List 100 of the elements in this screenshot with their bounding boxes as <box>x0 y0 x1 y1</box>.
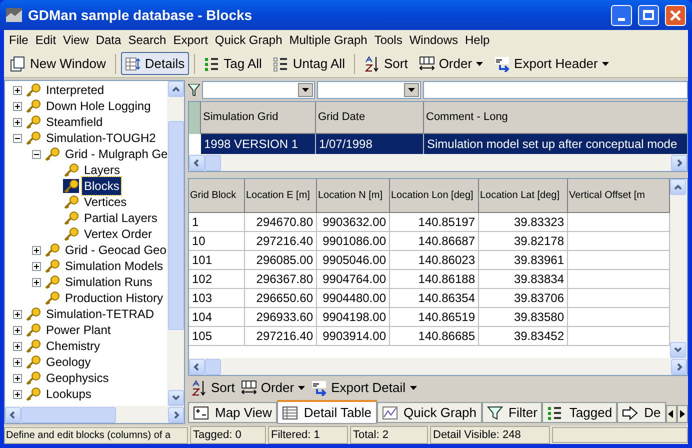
scroll-up-button[interactable] <box>168 81 184 97</box>
scroll-down-button[interactable] <box>168 390 184 406</box>
tree-item[interactable]: Geophysics <box>44 369 111 387</box>
table-cell: 140.86687 <box>390 232 479 251</box>
toolbar-button[interactable]: Order <box>414 52 488 75</box>
scroll-thumb[interactable] <box>205 358 221 374</box>
tab[interactable]: De <box>617 402 666 423</box>
tree-item[interactable]: Chemistry <box>44 337 102 355</box>
expand-toggle[interactable] <box>13 358 22 366</box>
toolbar-button[interactable]: Sort <box>191 378 235 398</box>
filter-dropdown[interactable] <box>317 80 421 98</box>
tree-item[interactable]: Partial Layers <box>82 209 160 227</box>
scroll-left-button[interactable] <box>5 406 21 422</box>
minimize-button[interactable] <box>611 4 632 26</box>
tree-item[interactable]: Simulation Models <box>63 257 166 275</box>
order-icon <box>240 380 257 396</box>
tab-scroll-left-button[interactable] <box>666 405 677 423</box>
tab[interactable]: Detail Table <box>276 400 377 424</box>
column-header[interactable]: Location Lat [deg] <box>479 179 568 213</box>
expand-toggle[interactable] <box>13 86 22 94</box>
tree-item[interactable]: Lookups <box>44 385 94 403</box>
toolbar-button[interactable]: New Window <box>6 52 110 75</box>
scroll-right-button[interactable] <box>671 358 687 374</box>
tab[interactable]: Quick Graph <box>376 402 482 423</box>
expand-toggle[interactable] <box>13 326 22 334</box>
tree-item[interactable]: Blocks <box>82 177 122 195</box>
scroll-up-button[interactable] <box>670 179 686 195</box>
toolbar-button[interactable]: Tag All <box>200 52 266 75</box>
tree-item[interactable]: Simulation-TETRAD <box>44 305 156 323</box>
tree-item[interactable]: Grid - Geocad Geo <box>63 241 167 259</box>
table-cell: 102 <box>189 270 245 289</box>
tree-item[interactable]: Grid - Mulgraph Ge <box>63 145 167 163</box>
tab[interactable]: Tagged <box>542 402 618 423</box>
filter-dropdown[interactable] <box>202 80 315 98</box>
scroll-thumb[interactable] <box>21 406 116 422</box>
menu-item[interactable]: View <box>60 31 92 49</box>
tree-item[interactable]: Power Plant <box>44 321 113 339</box>
menu-item[interactable]: Windows <box>406 31 462 49</box>
close-button[interactable] <box>665 4 686 26</box>
toolbar-button[interactable]: Export Header <box>490 52 613 75</box>
scroll-thumb[interactable] <box>168 121 184 330</box>
expand-toggle[interactable] <box>13 374 22 382</box>
scroll-left-button[interactable] <box>189 154 205 170</box>
tree-item[interactable]: Steamfield <box>44 113 105 131</box>
tree-item[interactable]: Production History <box>63 289 166 307</box>
horizontal-scrollbar[interactable] <box>189 154 687 171</box>
scroll-right-button[interactable] <box>671 154 687 170</box>
menu-item[interactable]: File <box>6 31 32 49</box>
expand-toggle[interactable] <box>32 246 41 254</box>
table-cell: 9904480.00 <box>317 289 390 308</box>
scroll-left-button[interactable] <box>189 358 205 374</box>
toolbar-button[interactable]: Untag All <box>268 52 349 75</box>
expand-toggle[interactable] <box>13 342 22 350</box>
menu-item[interactable]: Tools <box>371 31 406 49</box>
column-header[interactable]: Location Lon [deg] <box>390 179 479 213</box>
toolbar-button[interactable]: Export Detail <box>311 378 416 398</box>
menu-item[interactable]: Multiple Graph <box>286 31 370 49</box>
menu-item[interactable]: Help <box>462 31 493 49</box>
tree-item[interactable]: Vertex Order <box>82 225 154 243</box>
maximize-button[interactable] <box>638 4 659 26</box>
column-header[interactable]: Location N [m] <box>317 179 390 213</box>
expand-toggle[interactable] <box>13 102 22 110</box>
collapse-toggle[interactable] <box>32 150 41 158</box>
tab[interactable]: Filter <box>482 402 542 423</box>
menu-item[interactable]: Search <box>125 31 170 49</box>
export-icon <box>311 380 328 396</box>
scroll-down-button[interactable] <box>670 342 686 358</box>
menu-item[interactable]: Edit <box>32 31 60 49</box>
toolbar-button[interactable]: Sort <box>360 52 412 75</box>
expand-toggle[interactable] <box>13 118 22 126</box>
tab[interactable]: Map View <box>188 402 277 423</box>
tree-item[interactable]: Vertices <box>82 193 129 211</box>
horizontal-scrollbar[interactable] <box>5 406 184 423</box>
collapse-toggle[interactable] <box>13 134 22 142</box>
tree-item[interactable]: Simulation-TOUGH2 <box>44 129 158 147</box>
vertical-scrollbar[interactable] <box>670 179 687 358</box>
expand-toggle[interactable] <box>32 278 41 286</box>
filter-field[interactable] <box>423 80 688 98</box>
menu-item[interactable]: Quick Graph <box>212 31 286 49</box>
menu-item[interactable]: Data <box>92 31 124 49</box>
tree-item[interactable]: Simulation Runs <box>63 273 154 291</box>
tree-item[interactable]: Layers <box>82 161 122 179</box>
scroll-thumb[interactable] <box>205 154 221 170</box>
horizontal-scrollbar[interactable] <box>189 358 687 375</box>
column-header[interactable]: Grid Block <box>189 179 245 213</box>
column-header[interactable]: Location E [m] <box>245 179 317 213</box>
tab-scroll-right-button[interactable] <box>676 405 688 423</box>
table-row[interactable]: 1998 VERSION 1 1/07/1998 Simulation model set up after conceptual mode <box>189 134 687 154</box>
menu-item[interactable]: Export <box>170 31 211 49</box>
expand-toggle[interactable] <box>13 390 22 398</box>
filter-icon <box>188 84 200 96</box>
expand-toggle[interactable] <box>32 262 41 270</box>
tree-item[interactable]: Interpreted <box>44 81 106 99</box>
tree-item[interactable]: Down Hole Logging <box>44 97 153 115</box>
toolbar-button[interactable]: Order <box>240 378 306 398</box>
toolbar-button[interactable]: Details <box>120 52 189 75</box>
tree-item[interactable]: Geology <box>44 353 93 371</box>
vertical-scrollbar[interactable] <box>167 81 184 406</box>
expand-toggle[interactable] <box>13 310 22 318</box>
scroll-right-button[interactable] <box>168 406 184 422</box>
